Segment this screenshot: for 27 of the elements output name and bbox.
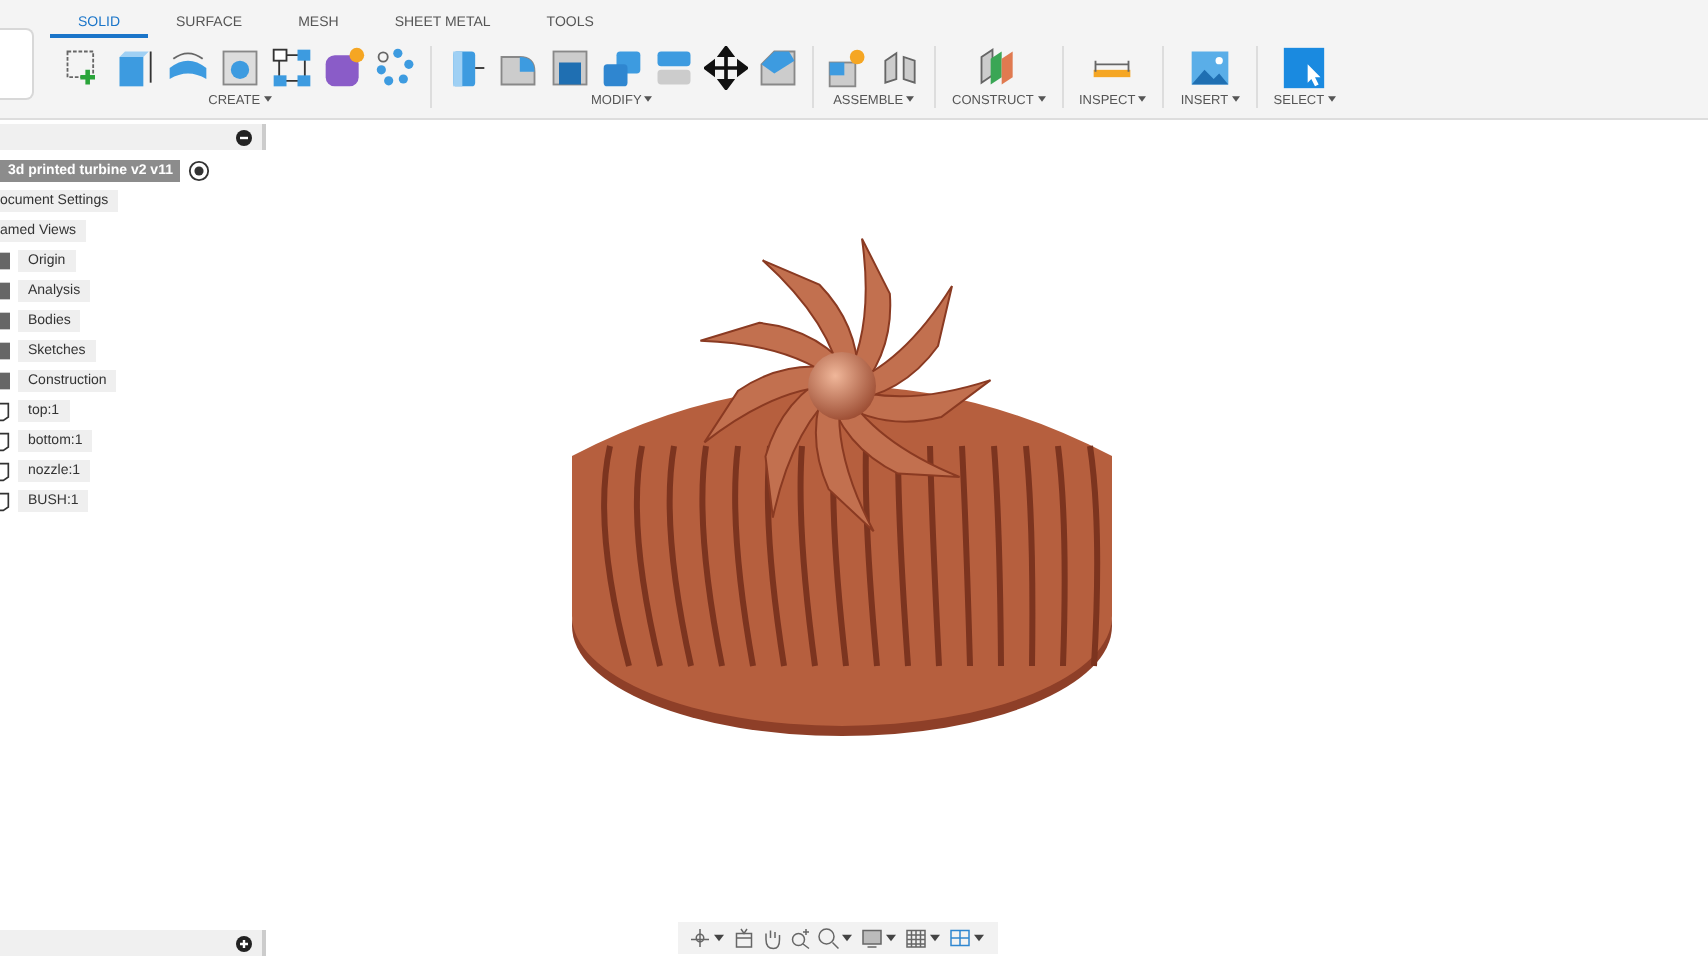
caret-icon[interactable] [885, 934, 895, 942]
caret-icon[interactable] [841, 934, 851, 942]
orbit-icon[interactable] [687, 926, 711, 950]
look-icon[interactable] [731, 926, 755, 950]
caret-icon [1037, 96, 1045, 103]
collapse-icon[interactable] [236, 129, 252, 145]
pattern-tool-icon[interactable] [270, 45, 314, 89]
zoom-icon[interactable] [787, 926, 811, 950]
display-icon[interactable] [859, 926, 883, 950]
caret-icon[interactable] [713, 934, 723, 942]
form-tool-icon[interactable] [322, 45, 366, 89]
caret-icon [906, 96, 915, 103]
component-tool-icon[interactable] [826, 45, 870, 89]
caret-icon [1327, 96, 1336, 103]
shell-tool-icon[interactable] [548, 45, 592, 89]
expand-icon[interactable] [236, 935, 252, 951]
move-tool-icon[interactable] [704, 45, 748, 89]
caret-icon [1231, 96, 1240, 103]
caret-icon [644, 96, 653, 103]
grid-icon[interactable] [903, 926, 927, 950]
caret-icon [1138, 96, 1147, 103]
caret-icon [263, 96, 272, 103]
caret-icon[interactable] [929, 934, 939, 942]
caret-icon[interactable] [973, 934, 983, 942]
select-tool-icon[interactable] [1282, 45, 1327, 89]
points-tool-icon[interactable] [374, 45, 418, 89]
target-radio-icon[interactable] [188, 160, 211, 182]
